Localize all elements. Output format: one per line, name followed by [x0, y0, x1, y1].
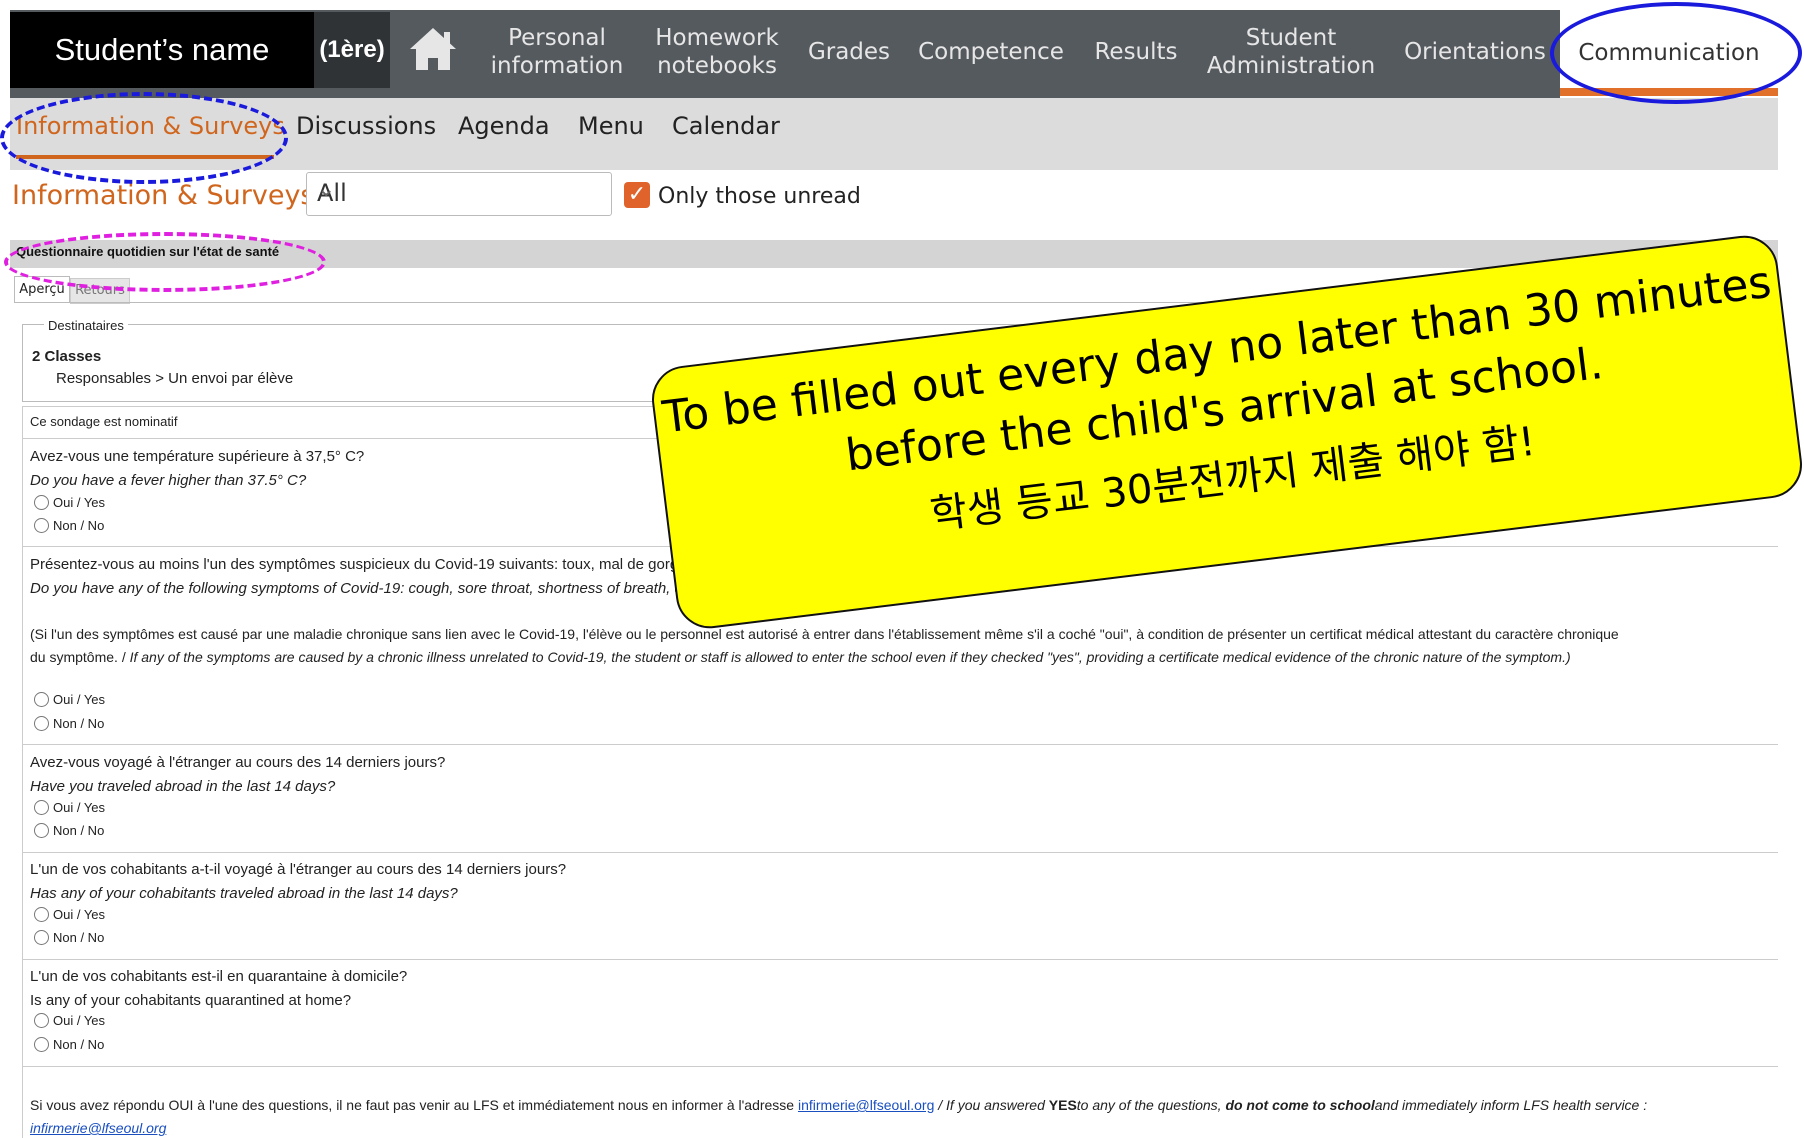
annotation-circle-info-surveys: [0, 92, 288, 184]
option-label: Non / No: [53, 1037, 105, 1052]
option-label: Non / No: [53, 930, 105, 945]
annotation-circle-survey-title: [4, 232, 326, 292]
nav-competence[interactable]: Competence: [914, 38, 1068, 66]
recipients-legend: Destinataires: [44, 318, 128, 333]
question-4-en: Has any of your cohabitants traveled abr…: [30, 885, 458, 902]
option-label: Oui / Yes: [53, 692, 106, 707]
nav-label-line2: information: [490, 53, 624, 79]
nav-personal-information[interactable]: Personal information: [488, 24, 626, 80]
section-title: Information & Surveys: [12, 180, 315, 211]
radio-q1-no[interactable]: [34, 518, 49, 533]
option-label: Oui / Yes: [53, 907, 106, 922]
chevron-down-icon: ⌄: [317, 177, 336, 202]
question-5-fr: L'un de vos cohabitants est-il en quaran…: [30, 968, 408, 985]
nav-label-line2: Administration: [1206, 53, 1376, 79]
annotation-circle-communication: [1550, 2, 1802, 104]
footer-notice: Si vous avez répondu OUI à l'une des que…: [30, 1097, 1647, 1113]
nav-orientations[interactable]: Orientations: [1400, 38, 1550, 66]
divider: [22, 959, 1778, 960]
radio-q4-yes[interactable]: [34, 907, 49, 922]
only-unread-label: Only those unread: [658, 184, 861, 209]
question-2-note-line2: du symptôme. / If any of the symptoms ar…: [30, 649, 1571, 665]
radio-q5-yes[interactable]: [34, 1013, 49, 1028]
radio-q2-yes[interactable]: [34, 692, 49, 707]
checkmark-icon: ✓: [627, 182, 647, 207]
nav-label-line1: Homework: [655, 25, 779, 51]
nav-label-line1: Student: [1245, 25, 1337, 51]
option-label: Oui / Yes: [53, 495, 106, 510]
nav-grades[interactable]: Grades: [804, 38, 894, 66]
question-4-fr: L'un de vos cohabitants a-t-il voyagé à …: [30, 861, 567, 878]
radio-q1-yes[interactable]: [34, 495, 49, 510]
footer-fr-text: Si vous avez répondu OUI à l'une des que…: [30, 1097, 795, 1113]
subnav-discussions[interactable]: Discussions: [296, 112, 436, 140]
option-label: Oui / Yes: [53, 1013, 106, 1028]
home-button[interactable]: [390, 12, 476, 88]
question-3-fr: Avez-vous voyagé à l'étranger au cours d…: [30, 754, 446, 771]
footer-email-line: infirmerie@lfseoul.org: [30, 1120, 166, 1136]
footer-en-post: and immediately inform LFS health servic…: [1374, 1097, 1648, 1113]
nav-label-line1: Personal: [508, 25, 606, 51]
subnav-agenda[interactable]: Agenda: [458, 112, 550, 140]
question-1-fr: Avez-vous une température supérieure à 3…: [30, 448, 365, 465]
only-unread-checkbox[interactable]: ✓: [624, 182, 650, 208]
option-label: Non / No: [53, 518, 105, 533]
nav-label-line2: notebooks: [657, 53, 777, 79]
filter-select[interactable]: All ⌄: [306, 172, 612, 216]
radio-q5-no[interactable]: [34, 1037, 49, 1052]
student-name-label: Student’s name: [10, 12, 314, 88]
health-email-link-2[interactable]: infirmerie@lfseoul.org: [30, 1120, 166, 1136]
recipients-responsables: Responsables > Un envoi par élève: [56, 370, 294, 387]
footer-en-mid: to any of the questions,: [1076, 1097, 1226, 1113]
class-tag: (1ère): [314, 12, 390, 88]
recipients-classes: 2 Classes: [32, 348, 102, 365]
nominative-note: Ce sondage est nominatif: [30, 414, 178, 429]
nav-homework-notebooks[interactable]: Homework notebooks: [648, 24, 786, 80]
option-label: Oui / Yes: [53, 800, 106, 815]
option-label: Non / No: [53, 823, 105, 838]
option-label: Non / No: [53, 716, 105, 731]
divider: [22, 1066, 1778, 1067]
divider: [22, 852, 1778, 853]
radio-q4-no[interactable]: [34, 930, 49, 945]
footer-en-bold: do not come to school: [1225, 1097, 1375, 1113]
subnav-calendar[interactable]: Calendar: [672, 112, 780, 140]
question-1-en: Do you have a fever higher than 37.5° C?: [30, 472, 307, 489]
footer-en-pre: / If you answered: [934, 1097, 1049, 1113]
radio-q2-no[interactable]: [34, 716, 49, 731]
radio-q3-yes[interactable]: [34, 800, 49, 815]
divider: [22, 744, 1778, 745]
question-2-note-en: If any of the symptoms are caused by a c…: [129, 649, 1571, 665]
nav-results[interactable]: Results: [1090, 38, 1182, 66]
radio-q3-no[interactable]: [34, 823, 49, 838]
nav-student-administration[interactable]: Student Administration: [1202, 24, 1380, 80]
question-2-note-fr: (Si l'un des symptômes est causé par une…: [30, 626, 1619, 642]
footer-en-yes: YES: [1048, 1097, 1077, 1113]
home-icon: [410, 28, 456, 70]
subnav-menu[interactable]: Menu: [578, 112, 644, 140]
health-email-link[interactable]: infirmerie@lfseoul.org: [798, 1097, 934, 1113]
question-5-en: Is any of your cohabitants quarantined a…: [30, 992, 352, 1009]
question-3-en: Have you traveled abroad in the last 14 …: [30, 778, 336, 795]
question-2-note-fr-end: du symptôme. /: [30, 649, 126, 665]
